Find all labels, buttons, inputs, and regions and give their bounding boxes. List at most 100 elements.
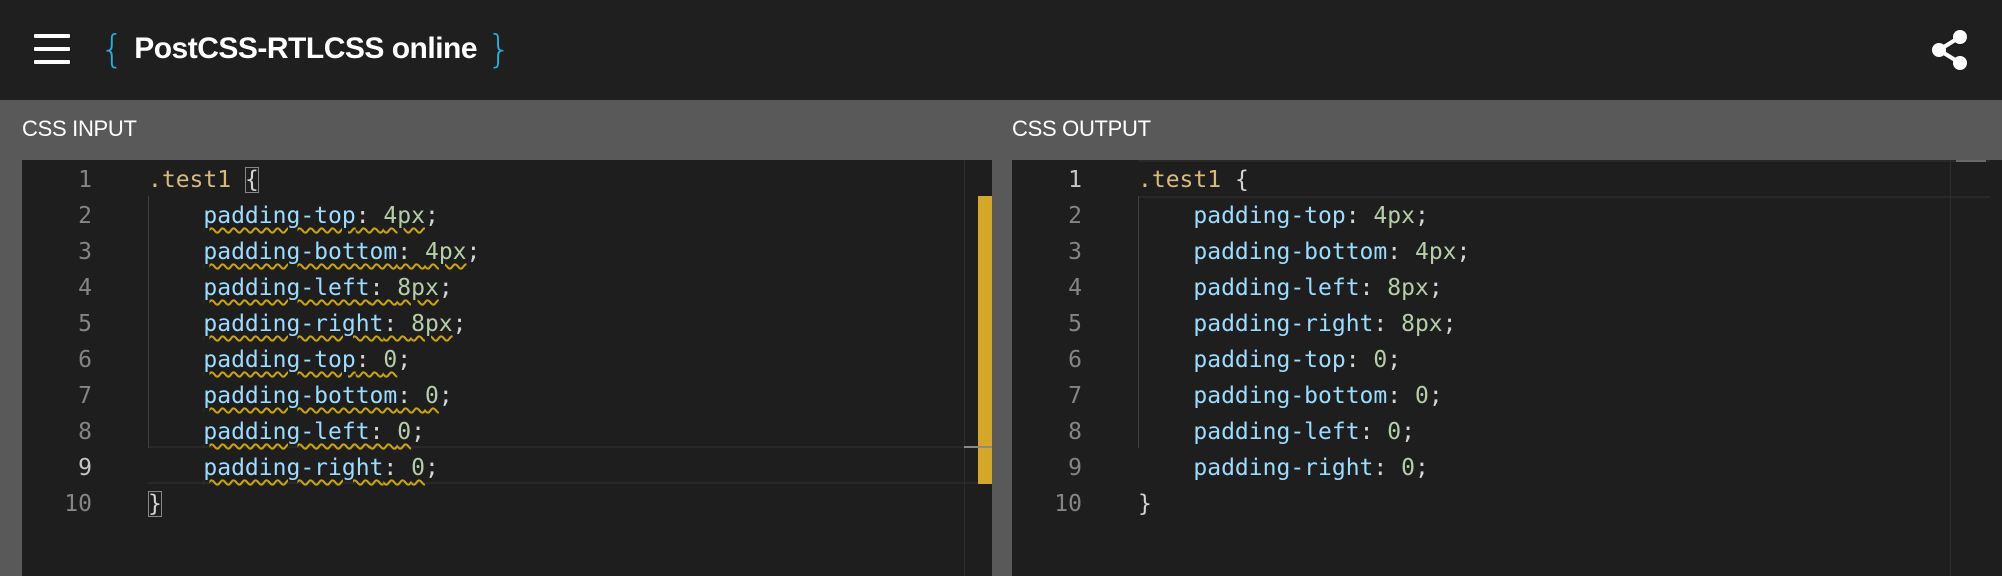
code-token: padding-bottom <box>203 239 398 265</box>
code-line[interactable]: 9 padding-right: 0; <box>1012 450 2002 486</box>
code-token: ; <box>1442 311 1457 337</box>
code-token: ; <box>411 419 425 445</box>
code-token: 4px <box>424 239 467 265</box>
code-token: : <box>1387 239 1415 265</box>
code-token: 0 <box>1373 347 1388 373</box>
code-token: 8px <box>1387 275 1429 301</box>
code-line[interactable]: 8 padding-left: 0; <box>1012 414 2002 450</box>
code-token: padding-bottom <box>1193 239 1388 265</box>
code-line[interactable]: 9 padding-right: 0; <box>22 450 992 486</box>
code-token: padding-left <box>1193 419 1360 445</box>
code-token: : <box>397 239 425 265</box>
code-line[interactable]: 1 .test1 { <box>1012 162 2002 198</box>
line-number: 6 <box>1068 347 1082 373</box>
code-token: : <box>369 275 398 301</box>
code-line[interactable]: 6 padding-top: 0; <box>1012 342 2002 378</box>
code-token: : <box>1373 311 1402 337</box>
code-line[interactable]: 4 padding-left: 8px; <box>22 270 992 306</box>
code-token: : <box>369 419 398 445</box>
menu-bar-3 <box>34 60 70 64</box>
code-token: : <box>1345 347 1374 373</box>
code-token: : <box>383 311 412 337</box>
code-token: : <box>355 203 384 229</box>
code-line[interactable]: 4 padding-left: 8px; <box>1012 270 2002 306</box>
css-output-editor[interactable]: 1 .test1 {2 padding-top: 4px; 3 padding-bo… <box>1012 160 2002 576</box>
app-header: { PostCSS-RTLCSS online } <box>0 0 2002 100</box>
code-token: 0 <box>1414 383 1429 409</box>
line-number: 7 <box>1068 383 1082 409</box>
code-token: padding-top <box>1193 203 1346 229</box>
code-token: padding-bottom <box>1193 383 1388 409</box>
code-line[interactable]: 3 padding-bottom: 4px; <box>1012 234 2002 270</box>
line-number: 9 <box>1068 455 1082 481</box>
code-line[interactable]: 8 padding-left: 0; <box>22 414 992 450</box>
code-token: padding-bottom <box>203 383 398 409</box>
code-line[interactable]: 10} <box>22 486 992 522</box>
line-number: 8 <box>1068 419 1082 445</box>
code-line[interactable]: 1 .test1 { <box>22 162 992 198</box>
code-token: ; <box>1456 239 1471 265</box>
code-token: 0 <box>1401 455 1415 481</box>
code-text: padding-bottom: 0; <box>1138 378 1443 414</box>
code-token: ; <box>1401 419 1415 445</box>
hamburger-menu-icon[interactable] <box>34 34 70 64</box>
code-token: ; <box>1414 455 1429 481</box>
code-token: 4px <box>1373 203 1415 229</box>
code-token: ; <box>397 347 412 373</box>
code-token: ; <box>1428 383 1443 409</box>
code-text: padding-bottom: 0; <box>148 378 453 414</box>
line-number: 5 <box>1068 311 1082 337</box>
line-number: 8 <box>78 419 92 445</box>
app-brand[interactable]: { PostCSS-RTLCSS online } <box>100 24 511 74</box>
code-line[interactable]: 5 padding-right: 8px; <box>1012 306 2002 342</box>
code-token: 0 <box>411 455 425 481</box>
code-line[interactable]: 3 padding-bottom: 4px; <box>22 234 992 270</box>
line-number: 3 <box>78 239 92 265</box>
code-line[interactable]: 7 padding-bottom: 0; <box>22 378 992 414</box>
code-line[interactable]: 7 padding-bottom: 0; <box>1012 378 2002 414</box>
line-number: 1 <box>78 167 92 193</box>
code-line[interactable]: 6 padding-top: 0; <box>22 342 992 378</box>
brand-brace-close: } <box>487 27 512 71</box>
code-line[interactable]: 5 padding-right: 8px; <box>22 306 992 342</box>
code-text: } <box>1138 486 1152 522</box>
code-token: ; <box>452 311 467 337</box>
code-line[interactable]: 2 padding-top: 4px; <box>1012 198 2002 234</box>
share-icon[interactable] <box>1928 28 1972 72</box>
code-token: 4px <box>383 203 425 229</box>
line-number: 6 <box>78 347 92 373</box>
code-text: padding-top: 0; <box>148 342 411 378</box>
brand-brace-open: { <box>100 27 125 71</box>
line-number: 4 <box>1068 275 1082 301</box>
code-token: ; <box>1414 203 1429 229</box>
code-token: { <box>244 167 259 193</box>
code-token: ; <box>438 383 453 409</box>
app-title: PostCSS-RTLCSS online <box>134 32 478 65</box>
code-text: padding-bottom: 4px; <box>148 234 480 270</box>
code-line[interactable]: 10} <box>1012 486 2002 522</box>
code-token: 8px <box>411 311 453 337</box>
code-token: : <box>355 347 384 373</box>
line-number: 10 <box>1054 491 1082 517</box>
code-text: padding-left: 0; <box>148 414 425 450</box>
line-number: 10 <box>64 491 92 517</box>
code-token: 8px <box>397 275 439 301</box>
css-input-editor[interactable]: 1 .test1 {2 padding-top: 4px; 3 padding-bo… <box>22 160 992 576</box>
code-text: .test1 { <box>148 162 259 198</box>
code-token: : <box>1359 275 1388 301</box>
code-text: padding-right: 0; <box>1138 450 1429 486</box>
code-line[interactable]: 2 padding-top: 4px; <box>22 198 992 234</box>
line-number: 9 <box>78 455 92 481</box>
code-token: : <box>1373 455 1402 481</box>
code-token: : <box>383 455 412 481</box>
line-number: 2 <box>78 203 92 229</box>
